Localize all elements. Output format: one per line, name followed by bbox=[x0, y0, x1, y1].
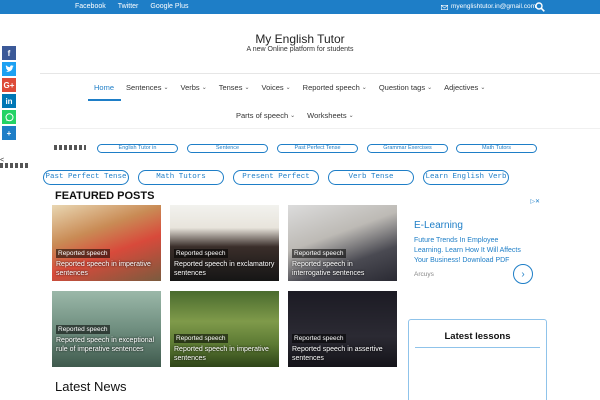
nav-top-border bbox=[40, 73, 600, 74]
chevron-down-icon: ⌄ bbox=[290, 112, 296, 119]
post-title[interactable]: Reported speech in exclamatory sentences bbox=[174, 260, 275, 278]
decorative-strip bbox=[0, 163, 30, 168]
search-icon[interactable] bbox=[535, 2, 545, 12]
tag-link[interactable]: Past Perfect Tense bbox=[43, 170, 129, 185]
nav-item-worksheets[interactable]: Worksheets ⌄ bbox=[301, 111, 360, 120]
category-badge[interactable]: Reported speech bbox=[174, 334, 228, 343]
decorative-strip bbox=[54, 145, 86, 150]
tag-link[interactable]: English Tutor in bbox=[97, 144, 178, 153]
category-badge[interactable]: Reported speech bbox=[292, 249, 346, 258]
tag-link[interactable]: Learn English Verb bbox=[423, 170, 509, 185]
chevron-down-icon: ⌄ bbox=[201, 84, 207, 91]
nav-item-question-tags[interactable]: Question tags ⌄ bbox=[373, 83, 438, 92]
site-title[interactable]: My English Tutor bbox=[0, 32, 600, 46]
nav-item-home[interactable]: Home bbox=[88, 83, 120, 92]
nav-active-indicator bbox=[88, 99, 121, 101]
small-tag-row: English Tutor in Sentence Past Perfect T… bbox=[0, 144, 600, 154]
google-plus-link[interactable]: Google Plus bbox=[150, 0, 188, 14]
main-nav-row-2: Parts of speech ⌄ Worksheets ⌄ bbox=[230, 108, 360, 122]
featured-card[interactable]: Reported speech Reported speech in excla… bbox=[170, 205, 279, 281]
chevron-right-icon[interactable]: › bbox=[513, 264, 533, 284]
twitter-icon[interactable] bbox=[2, 62, 16, 76]
tag-link[interactable]: Grammar Exercises bbox=[367, 144, 448, 153]
chevron-down-icon: ⌄ bbox=[163, 84, 169, 91]
facebook-link[interactable]: Facebook bbox=[75, 0, 106, 14]
tag-link[interactable]: Past Perfect Tense bbox=[277, 144, 358, 153]
featured-card[interactable]: Reported speech Reported speech in imper… bbox=[170, 291, 279, 367]
featured-card[interactable]: Reported speech Reported speech in excep… bbox=[52, 291, 161, 367]
ad-title[interactable]: E-Learning bbox=[414, 220, 463, 231]
nav-item-verbs[interactable]: Verbs ⌄ bbox=[175, 83, 213, 92]
post-title[interactable]: Reported speech in interrogative sentenc… bbox=[292, 260, 393, 278]
ad-body[interactable]: Future Trends In Employee Learning. Lear… bbox=[414, 236, 524, 266]
nav-item-tenses[interactable]: Tenses ⌄ bbox=[213, 83, 256, 92]
google-plus-icon[interactable]: G+ bbox=[2, 78, 16, 92]
featured-card[interactable]: Reported speech Reported speech in inter… bbox=[288, 205, 397, 281]
featured-card[interactable]: Reported speech Reported speech in imper… bbox=[52, 205, 161, 281]
chevron-down-icon: ⌄ bbox=[480, 84, 486, 91]
chevron-down-icon: ⌄ bbox=[361, 84, 367, 91]
post-title[interactable]: Reported speech in exceptional rule of i… bbox=[56, 336, 157, 354]
ad-brand: Arcuys bbox=[414, 271, 434, 278]
tag-link[interactable]: Math Tutors bbox=[138, 170, 224, 185]
chevron-down-icon: ⌄ bbox=[427, 84, 433, 91]
nav-item-parts-of-speech[interactable]: Parts of speech ⌄ bbox=[230, 111, 301, 120]
category-badge[interactable]: Reported speech bbox=[56, 249, 110, 258]
latest-lessons-widget: Latest lessons bbox=[408, 319, 547, 400]
chevron-down-icon: ⌄ bbox=[285, 84, 291, 91]
divider bbox=[415, 347, 540, 348]
share-icon[interactable]: + bbox=[2, 126, 16, 140]
twitter-link[interactable]: Twitter bbox=[118, 0, 139, 14]
tag-link[interactable]: Sentence bbox=[187, 144, 268, 153]
post-title[interactable]: Reported speech in assertive sentences bbox=[292, 345, 393, 363]
email-address: myenglishtutor.in@gmail.com bbox=[451, 3, 536, 10]
big-tag-row: Past Perfect Tense Math Tutors Present P… bbox=[0, 170, 600, 185]
chevron-down-icon: ⌄ bbox=[244, 84, 250, 91]
category-badge[interactable]: Reported speech bbox=[56, 325, 110, 334]
nav-item-reported-speech[interactable]: Reported speech ⌄ bbox=[297, 83, 373, 92]
site-tagline: A new Online platform for students bbox=[246, 46, 354, 53]
email-contact[interactable]: myenglishtutor.in@gmail.com bbox=[441, 0, 536, 14]
mail-icon bbox=[441, 4, 448, 10]
chevron-down-icon: ⌄ bbox=[348, 112, 354, 119]
category-badge[interactable]: Reported speech bbox=[174, 249, 228, 258]
nav-item-adjectives[interactable]: Adjectives ⌄ bbox=[438, 83, 491, 92]
tag-link[interactable]: Verb Tense bbox=[328, 170, 414, 185]
tag-link[interactable]: Math Tutors bbox=[456, 144, 537, 153]
ad-choices-icon[interactable]: ▷✕ bbox=[530, 198, 540, 205]
latest-news-heading: Latest News bbox=[55, 379, 127, 394]
whatsapp-icon[interactable] bbox=[2, 110, 16, 124]
post-title[interactable]: Reported speech in imperative sentences bbox=[56, 260, 157, 278]
category-badge[interactable]: Reported speech bbox=[292, 334, 346, 343]
nav-item-sentences[interactable]: Sentences ⌄ bbox=[120, 83, 174, 92]
facebook-icon[interactable]: f bbox=[2, 46, 16, 60]
featured-posts-heading: FEATURED POSTS bbox=[55, 190, 155, 202]
main-nav: Home Sentences ⌄ Verbs ⌄ Tenses ⌄ Voices ⌄ R… bbox=[88, 80, 491, 94]
linkedin-icon[interactable]: in bbox=[2, 94, 16, 108]
post-title[interactable]: Reported speech in imperative sentences bbox=[174, 345, 275, 363]
nav-bottom-border bbox=[40, 128, 600, 129]
social-links: Facebook Twitter Google Plus bbox=[75, 0, 189, 14]
advertisement[interactable]: ▷✕ E-Learning Future Trends In Employee … bbox=[410, 198, 540, 290]
top-bar: Facebook Twitter Google Plus myenglishtu… bbox=[0, 0, 600, 14]
scroll-left-arrow[interactable]: < bbox=[0, 157, 4, 164]
featured-card[interactable]: Reported speech Reported speech in asser… bbox=[288, 291, 397, 367]
social-share-bar: f G+ in + bbox=[2, 46, 16, 140]
latest-lessons-heading: Latest lessons bbox=[444, 331, 511, 342]
nav-item-voices[interactable]: Voices ⌄ bbox=[256, 83, 297, 92]
tag-link[interactable]: Present Perfect bbox=[233, 170, 319, 185]
